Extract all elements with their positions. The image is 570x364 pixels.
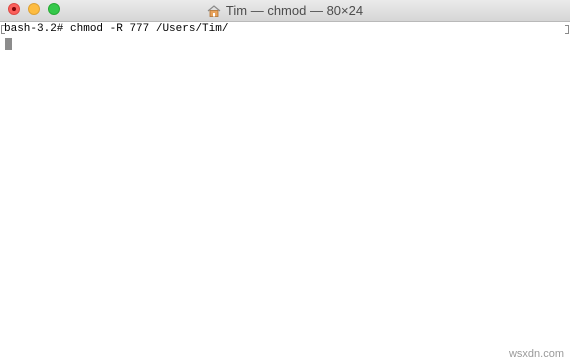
close-button[interactable] [8,3,20,15]
terminal-area[interactable]: bash-3.2# chmod -R 777 /Users/Tim/ [0,22,570,364]
terminal-window: Tim — chmod — 80×24 bash-3.2# chmod -R 7… [0,0,570,364]
title-bar[interactable]: Tim — chmod — 80×24 [0,0,570,22]
command-line: bash-3.2# chmod -R 777 /Users/Tim/ [4,23,228,36]
window-title-area: Tim — chmod — 80×24 [0,0,570,21]
prompt: bash-3.2# [4,23,64,35]
watermark: wsxdn.com [508,348,564,360]
window-title: Tim — chmod — 80×24 [225,3,364,18]
text-cursor [5,38,12,50]
close-icon [12,7,16,11]
command-text: chmod -R 777 /Users/Tim/ [70,23,229,35]
home-folder-icon [207,4,221,17]
right-bracket-marker [565,25,569,34]
minimize-button[interactable] [28,3,40,15]
zoom-button[interactable] [48,3,60,15]
